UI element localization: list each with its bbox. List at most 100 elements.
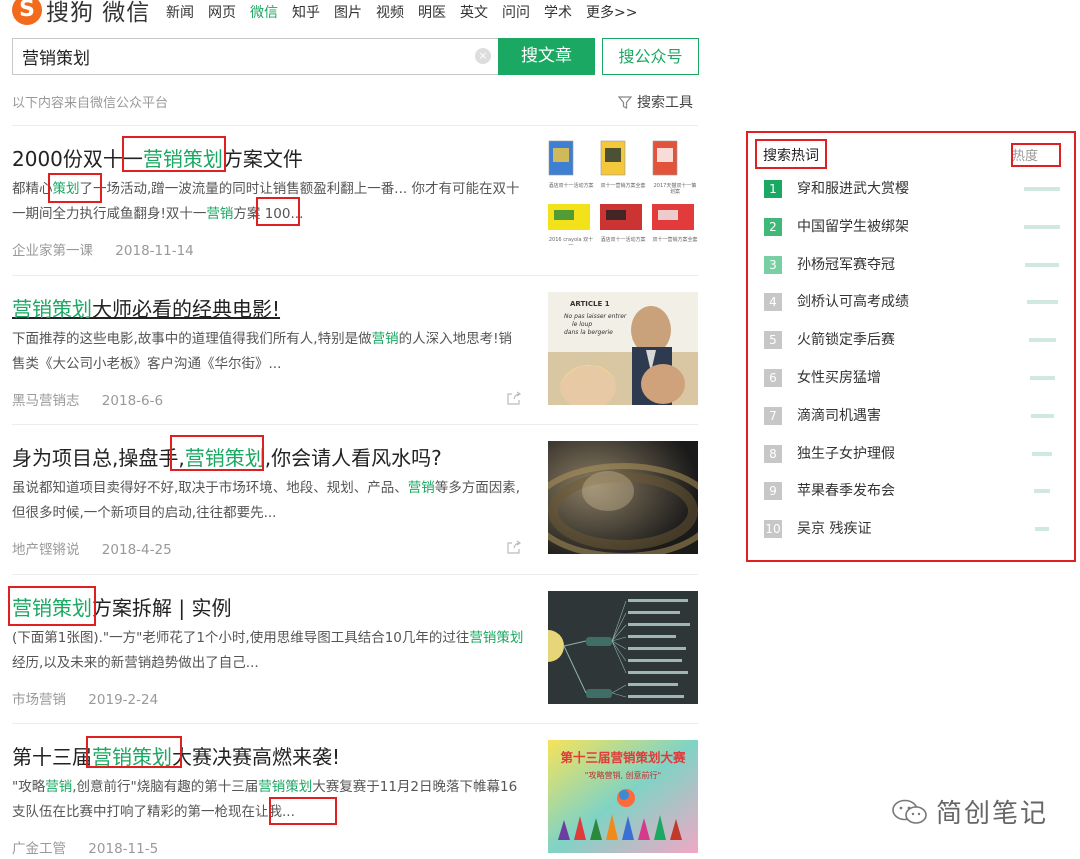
source-account[interactable]: 地产铿锵说 — [12, 542, 80, 558]
hot-word-item[interactable]: 3 孙杨冠军赛夺冠 — [764, 255, 1064, 277]
result-meta: 市场营销 2019-2-24 — [12, 688, 158, 708]
hot-word-item[interactable]: 10 吴京 残疾证 — [764, 519, 1064, 541]
result-item: 第十三届营销策划大赛决赛高燃来袭! "攻略营销,创意前行"烧脑有趣的第十三届营销… — [12, 723, 698, 859]
rank-badge: 2 — [764, 217, 782, 236]
hot-word-item[interactable]: 9 苹果春季发布会 — [764, 481, 1064, 503]
hot-word-item[interactable]: 7 滴滴司机遇害 — [764, 406, 1064, 428]
image-icon — [652, 204, 694, 230]
publish-date: 2019-2-24 — [88, 691, 159, 708]
file-thumb[interactable]: 酒店双十一活动方案 — [548, 140, 594, 189]
file-icon — [548, 140, 574, 176]
hot-word-text: 女性买房猛增 — [797, 370, 881, 386]
result-snippet: (下面第1张图)."一方"老师花了1个小时,使用思维导图工具结合10几年的过往营… — [12, 629, 524, 671]
rank-badge: 5 — [764, 331, 782, 350]
file-icon — [600, 140, 626, 176]
result-title[interactable]: 2000份双十一营销策划方案文件 — [12, 143, 303, 172]
title-highlight: 营销策划 — [12, 296, 92, 321]
rank-badge: 10 — [764, 520, 782, 539]
hot-words-title: 搜索热词 — [763, 148, 819, 164]
hot-word-item[interactable]: 4 剑桥认可高考成绩 — [764, 292, 1064, 314]
search-article-button[interactable]: 搜文章 — [498, 38, 595, 75]
nav-item[interactable]: 微信 — [250, 2, 278, 22]
svg-text:第十三届营销策划大赛: 第十三届营销策划大赛 — [560, 750, 686, 765]
title-text: 第十三届 — [12, 745, 92, 769]
sogou-logo[interactable]: S 搜狗 微信 — [12, 0, 150, 26]
title-text: 大赛决赛高燃来袭! — [172, 745, 341, 769]
nav-item[interactable]: 图片 — [334, 2, 362, 22]
article-thumbnail[interactable]: ARTICLE 1 No pas laisser entrer le loup … — [548, 291, 698, 405]
rank-badge: 1 — [764, 180, 782, 198]
hot-word-item[interactable]: 5 火箭锁定季后赛 — [764, 330, 1064, 352]
heat-bar — [1026, 300, 1058, 305]
hot-words-panel: 搜索热词 热度 1 穿和服进武大赏樱 2 中国留学生被绑架 3 孙杨冠军赛夺冠 … — [746, 131, 1076, 562]
hot-word-item[interactable]: 8 独生子女护理假 — [764, 444, 1064, 466]
hot-word-text: 孙杨冠军赛夺冠 — [797, 256, 895, 273]
article-thumbnail[interactable] — [548, 441, 698, 554]
hot-word-item[interactable]: 1 穿和服进武大赏樱 — [764, 179, 1064, 201]
result-title[interactable]: 营销策划方案拆解 | 实例 — [12, 592, 231, 621]
svg-text:No pas laisser entrer: No pas laisser entrer — [564, 313, 627, 320]
nav-item[interactable]: 网页 — [208, 2, 236, 22]
hot-word-item[interactable]: 2 中国留学生被绑架 — [764, 217, 1064, 239]
file-thumbnails[interactable]: 酒店双十一活动方案 双十一营销方案全套 2017天猫双十一策划案 2016 cr… — [548, 140, 698, 260]
share-icon[interactable] — [506, 540, 522, 555]
title-highlight: 营销策划 — [184, 446, 265, 470]
search-input[interactable] — [13, 46, 453, 67]
hot-word-item[interactable]: 6 女性买房猛增 — [764, 368, 1064, 390]
file-thumb[interactable]: 2017天猫双十一策划案 — [652, 140, 698, 195]
result-title[interactable]: 营销策划大师必看的经典电影! — [12, 293, 280, 322]
nav-item[interactable]: 知乎 — [292, 2, 320, 22]
search-tools-button[interactable]: 搜索工具 — [618, 92, 693, 112]
result-snippet: "攻略营销,创意前行"烧脑有趣的第十三届营销策划大赛复赛于11月2日晚落下帷幕1… — [12, 779, 518, 820]
nav-item[interactable]: 新闻 — [166, 2, 194, 22]
nav-item[interactable]: 视频 — [376, 2, 404, 22]
top-nav: 新闻 网页 微信 知乎 图片 视频 明医 英文 问问 学术 更多>> — [166, 2, 651, 22]
nav-item[interactable]: 英文 — [460, 2, 488, 22]
result-meta: 企业家第一课 2018-11-14 — [12, 239, 194, 259]
heat-bar — [1029, 376, 1055, 380]
compass-image — [548, 441, 698, 554]
nav-item[interactable]: 更多>> — [586, 2, 637, 22]
hot-word-text: 苹果春季发布会 — [797, 483, 895, 500]
article-thumbnail[interactable] — [548, 590, 698, 704]
sogou-s-icon: S — [12, 0, 42, 25]
hot-word-text: 火箭锁定季后赛 — [797, 332, 895, 349]
svg-text:ARTICLE 1: ARTICLE 1 — [570, 300, 610, 308]
hot-word-text: 中国留学生被绑架 — [797, 218, 909, 235]
title-text: 方案文件 — [222, 147, 303, 171]
clear-icon[interactable]: × — [475, 48, 491, 64]
publish-date: 2018-4-25 — [101, 542, 172, 558]
result-item: 营销策划方案拆解 | 实例 (下面第1张图)."一方"老师花了1个小时,使用思维… — [8, 573, 698, 724]
nav-item[interactable]: 明医 — [418, 2, 446, 22]
source-account[interactable]: 企业家第一课 — [12, 243, 93, 259]
file-thumb[interactable]: 2016 crayola 双十一 — [548, 204, 594, 249]
file-thumb[interactable]: 酒店双十一活动方案 — [600, 204, 646, 243]
source-account[interactable]: 市场营销 — [12, 692, 66, 708]
search-box — [12, 38, 498, 75]
result-meta: 黑马营销志 2018-6-6 — [12, 389, 163, 409]
title-text: 身为项目总,操盘手, — [12, 446, 185, 470]
result-meta: 广金工管 2018-11-5 — [12, 837, 158, 857]
funnel-icon — [618, 95, 632, 109]
rank-badge: 7 — [764, 406, 782, 425]
wechat-icon — [892, 799, 927, 824]
rank-badge: 9 — [764, 482, 782, 501]
search-account-button[interactable]: 搜公众号 — [602, 38, 699, 75]
result-title[interactable]: 身为项目总,操盘手,营销策划,你会请人看风水吗? — [12, 442, 442, 471]
heat-bar — [1035, 527, 1049, 532]
source-account[interactable]: 黑马营销志 — [12, 393, 80, 409]
nav-item[interactable]: 问问 — [502, 2, 530, 22]
hot-word-text: 吴京 残疾证 — [797, 521, 872, 538]
heat-label: 热度 — [1012, 149, 1039, 164]
results-list: 2000份双十一营销策划方案文件 都精心策划了一场活动,蹭一波流量的同时让销售额… — [8, 125, 698, 859]
result-title[interactable]: 第十三届营销策划大赛决赛高燃来袭! — [12, 741, 340, 770]
movie-poster-image: ARTICLE 1 No pas laisser entrer le loup … — [548, 291, 698, 405]
file-thumb[interactable]: 双十一营销方案全套 — [652, 204, 698, 243]
file-icon — [652, 140, 678, 176]
hot-word-text: 穿和服进武大赏樱 — [797, 181, 909, 197]
file-thumb[interactable]: 双十一营销方案全套 — [600, 140, 646, 189]
article-thumbnail[interactable]: 第十三届营销策划大赛 "攻略营销, 创意前行" — [548, 740, 698, 853]
source-account[interactable]: 广金工管 — [12, 841, 66, 857]
nav-item[interactable]: 学术 — [544, 2, 572, 22]
share-icon[interactable] — [506, 391, 522, 406]
